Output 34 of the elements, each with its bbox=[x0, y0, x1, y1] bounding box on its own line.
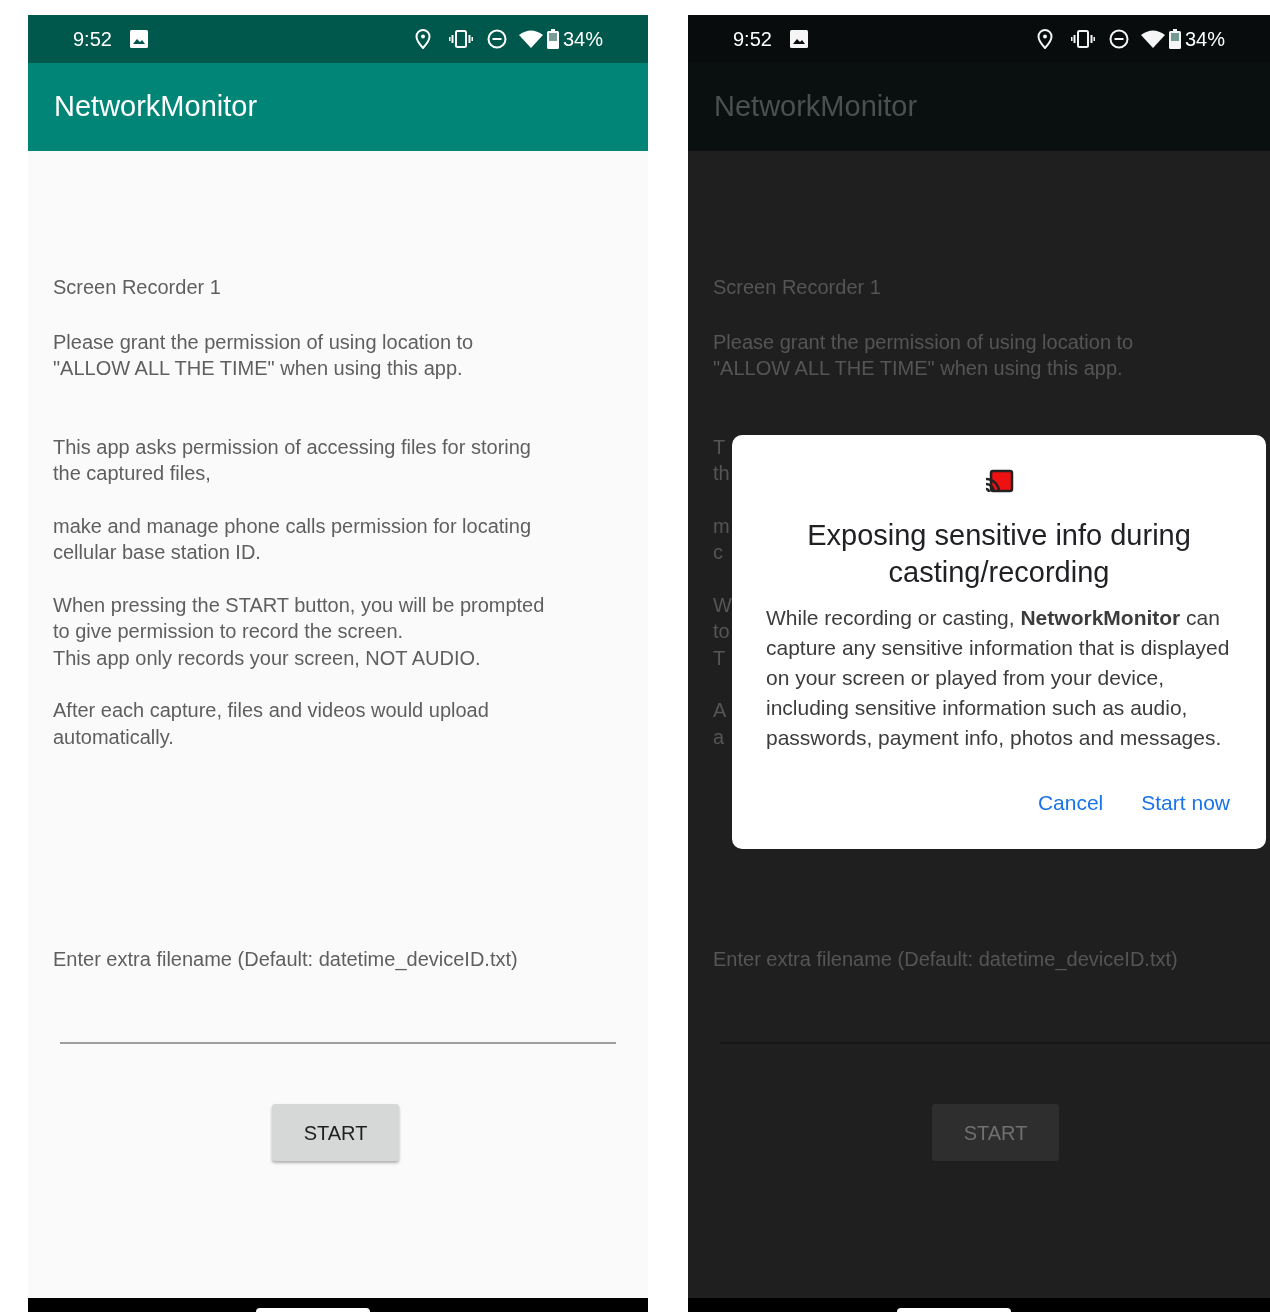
start-button[interactable]: START bbox=[272, 1104, 399, 1161]
wifi-icon bbox=[1140, 30, 1165, 48]
vibrate-icon bbox=[448, 30, 473, 48]
battery-percent: 34% bbox=[1184, 27, 1225, 52]
battery-icon bbox=[546, 29, 559, 49]
home-handle[interactable] bbox=[256, 1308, 370, 1312]
paragraph-text: When pressing the START button, you will be prompted to give permission to record the screen. This app only records your screen, NOT AUDIO. bbox=[53, 592, 545, 671]
app-title: NetworkMonitor bbox=[714, 89, 918, 125]
battery-percent: 34% bbox=[562, 27, 603, 52]
cast-icon bbox=[984, 469, 1014, 495]
paragraph-text: make and manage phone calls permission for locating cellular base station ID. bbox=[53, 513, 532, 565]
vibrate-icon bbox=[1070, 30, 1095, 48]
dialog-title: Exposing sensitive info during casting/recording bbox=[806, 518, 1192, 590]
image-icon bbox=[129, 30, 148, 48]
start-now-button[interactable]: Start now bbox=[1129, 783, 1242, 823]
paragraph-text: Please grant the permission of using location to "ALLOW ALL THE TIME" when using this app. bbox=[53, 329, 474, 381]
dialog-message: While recording or casting, NetworkMonitor can capture any sensitive information that is displayed on your screen or played from your device, including sensitive information such as audio, passwords, payment info, photos and messages. bbox=[766, 605, 1231, 751]
clock-time: 9:52 bbox=[73, 27, 112, 52]
app-title: NetworkMonitor bbox=[54, 89, 258, 125]
paragraph-text: After each capture, files and videos would upload automatically. bbox=[53, 698, 489, 750]
location-pin-icon bbox=[1036, 29, 1053, 49]
wifi-icon bbox=[518, 30, 543, 48]
battery-icon bbox=[1168, 29, 1181, 49]
clock-time: 9:52 bbox=[733, 27, 772, 52]
filename-label: Enter extra filename (Default: datetime_deviceID.txt) bbox=[53, 947, 518, 973]
start-button[interactable]: START bbox=[932, 1104, 1059, 1161]
paragraph-text: This app asks permission of accessing files for storing the captured files, bbox=[53, 434, 531, 486]
do-not-disturb-icon bbox=[486, 29, 507, 49]
image-icon bbox=[789, 30, 808, 48]
home-handle[interactable] bbox=[897, 1308, 1011, 1312]
do-not-disturb-icon bbox=[1108, 29, 1129, 49]
cancel-button[interactable]: Cancel bbox=[1025, 783, 1116, 823]
screen-title: Screen Recorder 1 bbox=[53, 275, 221, 300]
location-pin-icon bbox=[414, 29, 431, 49]
